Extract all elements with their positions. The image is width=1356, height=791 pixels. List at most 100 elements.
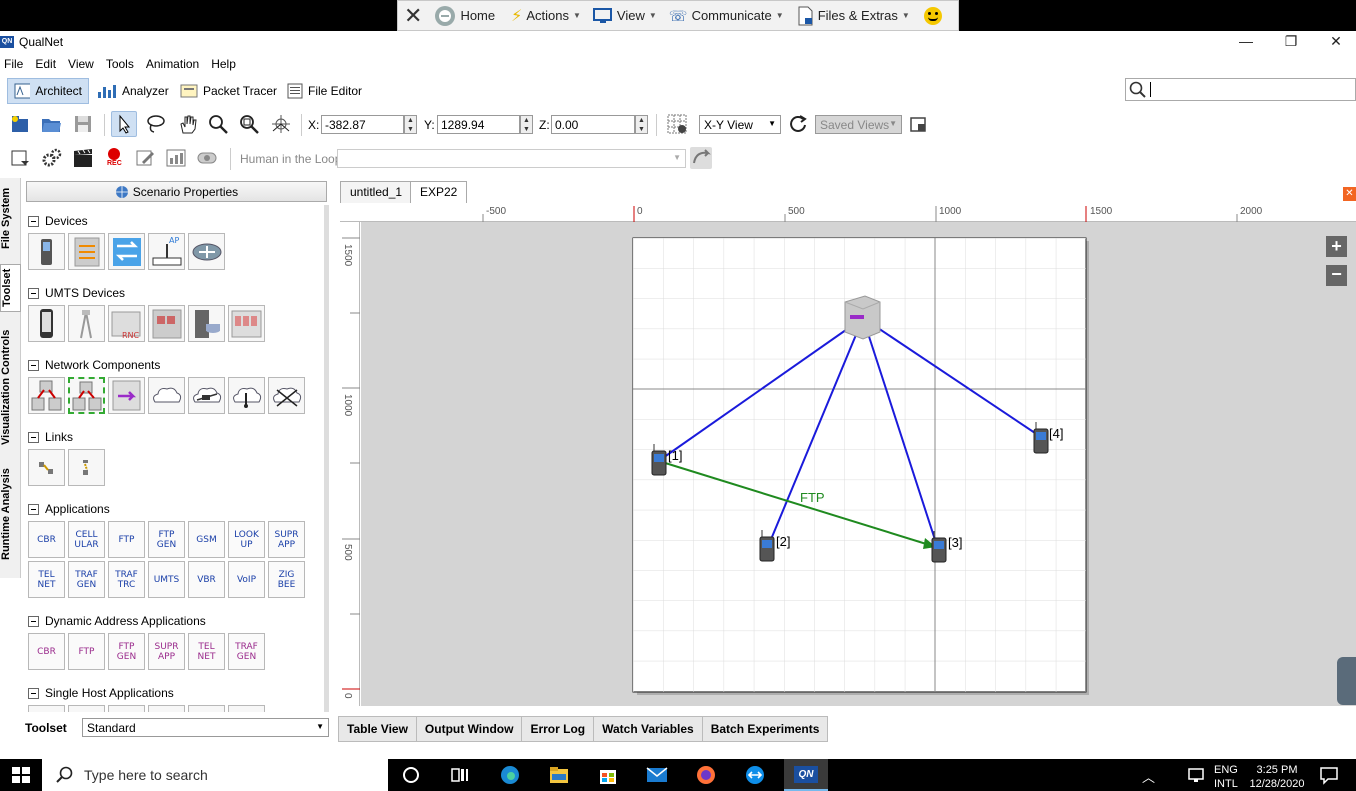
- save-icon[interactable]: [72, 113, 94, 135]
- z-coordinate-field[interactable]: 0.00: [551, 115, 635, 134]
- single-host-tile[interactable]: [148, 705, 185, 712]
- grid-settings-icon[interactable]: [666, 113, 688, 135]
- tab-toolset[interactable]: Toolset: [0, 264, 21, 312]
- chevron-up-icon[interactable]: ︿: [1142, 767, 1155, 786]
- tab-batch-experiments[interactable]: Batch Experiments: [701, 716, 829, 742]
- x-spinner[interactable]: ▲ ▼: [404, 115, 417, 134]
- menu-edit[interactable]: Edit: [31, 55, 64, 73]
- wireless-subnet-node[interactable]: [844, 295, 881, 340]
- hitl-input[interactable]: ▼: [337, 149, 686, 168]
- dyn-app-traf-gen[interactable]: TRAF GEN: [228, 633, 265, 670]
- edge-icon[interactable]: [499, 765, 521, 785]
- single-host-tile[interactable]: [188, 705, 225, 712]
- app-umts[interactable]: UMTS: [148, 561, 185, 598]
- close-session-icon[interactable]: ✕: [404, 3, 422, 29]
- app-traf-gen[interactable]: TRAF GEN: [68, 561, 105, 598]
- device-tile-satellite[interactable]: [188, 233, 225, 270]
- toolset-select[interactable]: Standard ▼: [82, 718, 329, 737]
- cortana-icon[interactable]: [400, 765, 422, 785]
- search-input[interactable]: [1150, 82, 1151, 97]
- rotate-view-icon[interactable]: [270, 113, 292, 135]
- app-cellular[interactable]: CELL ULAR: [68, 521, 105, 558]
- record-button[interactable]: REC: [103, 147, 125, 169]
- tv-files-button[interactable]: Files & Extras ▼: [796, 6, 910, 26]
- open-folder-icon[interactable]: [40, 113, 62, 135]
- mail-icon[interactable]: [646, 765, 668, 785]
- dyn-app-supr-app[interactable]: SUPR APP: [148, 633, 185, 670]
- zoom-in-button[interactable]: +: [1326, 236, 1347, 257]
- dyn-app-ftp-gen[interactable]: FTP GEN: [108, 633, 145, 670]
- umts-tile-hlr[interactable]: [188, 305, 225, 342]
- x-coordinate-field[interactable]: -382.87: [321, 115, 404, 134]
- zoom-icon[interactable]: [207, 113, 229, 135]
- close-button[interactable]: ✕: [1321, 33, 1351, 50]
- tv-view-button[interactable]: View ▼: [592, 7, 657, 25]
- maximize-button[interactable]: ❐: [1276, 33, 1306, 50]
- app-lookup[interactable]: LOOK UP: [228, 521, 265, 558]
- task-view-icon[interactable]: [449, 765, 471, 785]
- new-scenario-icon[interactable]: [9, 113, 31, 135]
- select-tool[interactable]: [111, 111, 137, 137]
- tab-error-log[interactable]: Error Log: [521, 716, 594, 742]
- dyn-app-cbr[interactable]: CBR: [28, 633, 65, 670]
- language-indicator[interactable]: ENG INTL: [1214, 763, 1238, 791]
- zoom-fit-icon[interactable]: [238, 113, 260, 135]
- windows-start-icon[interactable]: [10, 765, 32, 785]
- component-tile-cloud[interactable]: [148, 377, 185, 414]
- architect-button[interactable]: Architect: [7, 78, 89, 104]
- link-tool-icon[interactable]: [196, 147, 218, 169]
- tab-visualization-controls[interactable]: Visualization Controls: [0, 323, 21, 451]
- clock[interactable]: 3:25 PM 12/28/2020: [1248, 763, 1306, 791]
- tv-communicate-button[interactable]: ☏ Communicate ▼: [669, 7, 784, 25]
- dyn-app-telnet[interactable]: TEL NET: [188, 633, 225, 670]
- tab-output-window[interactable]: Output Window: [415, 716, 522, 742]
- notifications-icon[interactable]: [1318, 765, 1340, 785]
- single-host-tile[interactable]: [68, 705, 105, 712]
- single-host-tile[interactable]: [108, 705, 145, 712]
- scenario-drawing[interactable]: FTP [1] [2] [3] [4]: [361, 222, 1356, 706]
- tab-runtime-analysis[interactable]: Runtime Analysis: [0, 462, 21, 566]
- scenario-settings-icon[interactable]: [9, 147, 31, 169]
- edit-icon[interactable]: [134, 147, 156, 169]
- file-explorer-icon[interactable]: [548, 765, 570, 785]
- dyn-app-ftp[interactable]: FTP: [68, 633, 105, 670]
- section-devices[interactable]: Devices: [28, 214, 88, 228]
- section-network-components[interactable]: Network Components: [28, 358, 160, 372]
- section-single-host[interactable]: Single Host Applications: [28, 686, 174, 700]
- component-tile-wireless[interactable]: [228, 377, 265, 414]
- app-supr-app[interactable]: SUPR APP: [268, 521, 305, 558]
- component-tile-group[interactable]: [68, 377, 105, 414]
- statistics-icon[interactable]: [165, 147, 187, 169]
- zoom-out-button[interactable]: −: [1326, 265, 1347, 286]
- section-links[interactable]: Links: [28, 430, 73, 444]
- section-dynamic-apps[interactable]: Dynamic Address Applications: [28, 614, 206, 628]
- app-telnet[interactable]: TEL NET: [28, 561, 65, 598]
- lasso-icon[interactable]: [145, 113, 167, 135]
- taskbar-search[interactable]: Type here to search: [42, 759, 388, 791]
- clapperboard-icon[interactable]: [72, 147, 94, 169]
- component-tile-interface[interactable]: [108, 377, 145, 414]
- collapse-panel-handle[interactable]: [1337, 657, 1356, 705]
- app-ftp[interactable]: FTP: [108, 521, 145, 558]
- menu-view[interactable]: View: [64, 55, 102, 73]
- teamviewer-icon[interactable]: [744, 765, 766, 785]
- tab-untitled-1[interactable]: untitled_1: [340, 181, 413, 203]
- file-editor-button[interactable]: File Editor: [281, 78, 368, 104]
- view-select[interactable]: X-Y View ▼: [699, 115, 781, 134]
- umts-tile-sgsn[interactable]: [148, 305, 185, 342]
- toolset-scrollbar[interactable]: [324, 205, 329, 712]
- y-spinner[interactable]: ▲ ▼: [520, 115, 533, 134]
- tv-actions-button[interactable]: ⚡ Actions ▼: [511, 6, 581, 26]
- app-voip[interactable]: VoIP: [228, 561, 265, 598]
- section-umts-devices[interactable]: UMTS Devices: [28, 286, 125, 300]
- menu-help[interactable]: Help: [207, 55, 244, 73]
- network-icon[interactable]: [1186, 765, 1208, 785]
- app-zigbee[interactable]: ZIG BEE: [268, 561, 305, 598]
- search-box[interactable]: [1125, 78, 1356, 101]
- firefox-icon[interactable]: [695, 765, 717, 785]
- packet-tracer-button[interactable]: Packet Tracer: [174, 78, 283, 104]
- app-traf-trc[interactable]: TRAF TRC: [108, 561, 145, 598]
- save-view-icon[interactable]: [907, 113, 929, 135]
- scenario-properties-button[interactable]: Scenario Properties: [26, 181, 327, 202]
- umts-tile-nodeb[interactable]: [68, 305, 105, 342]
